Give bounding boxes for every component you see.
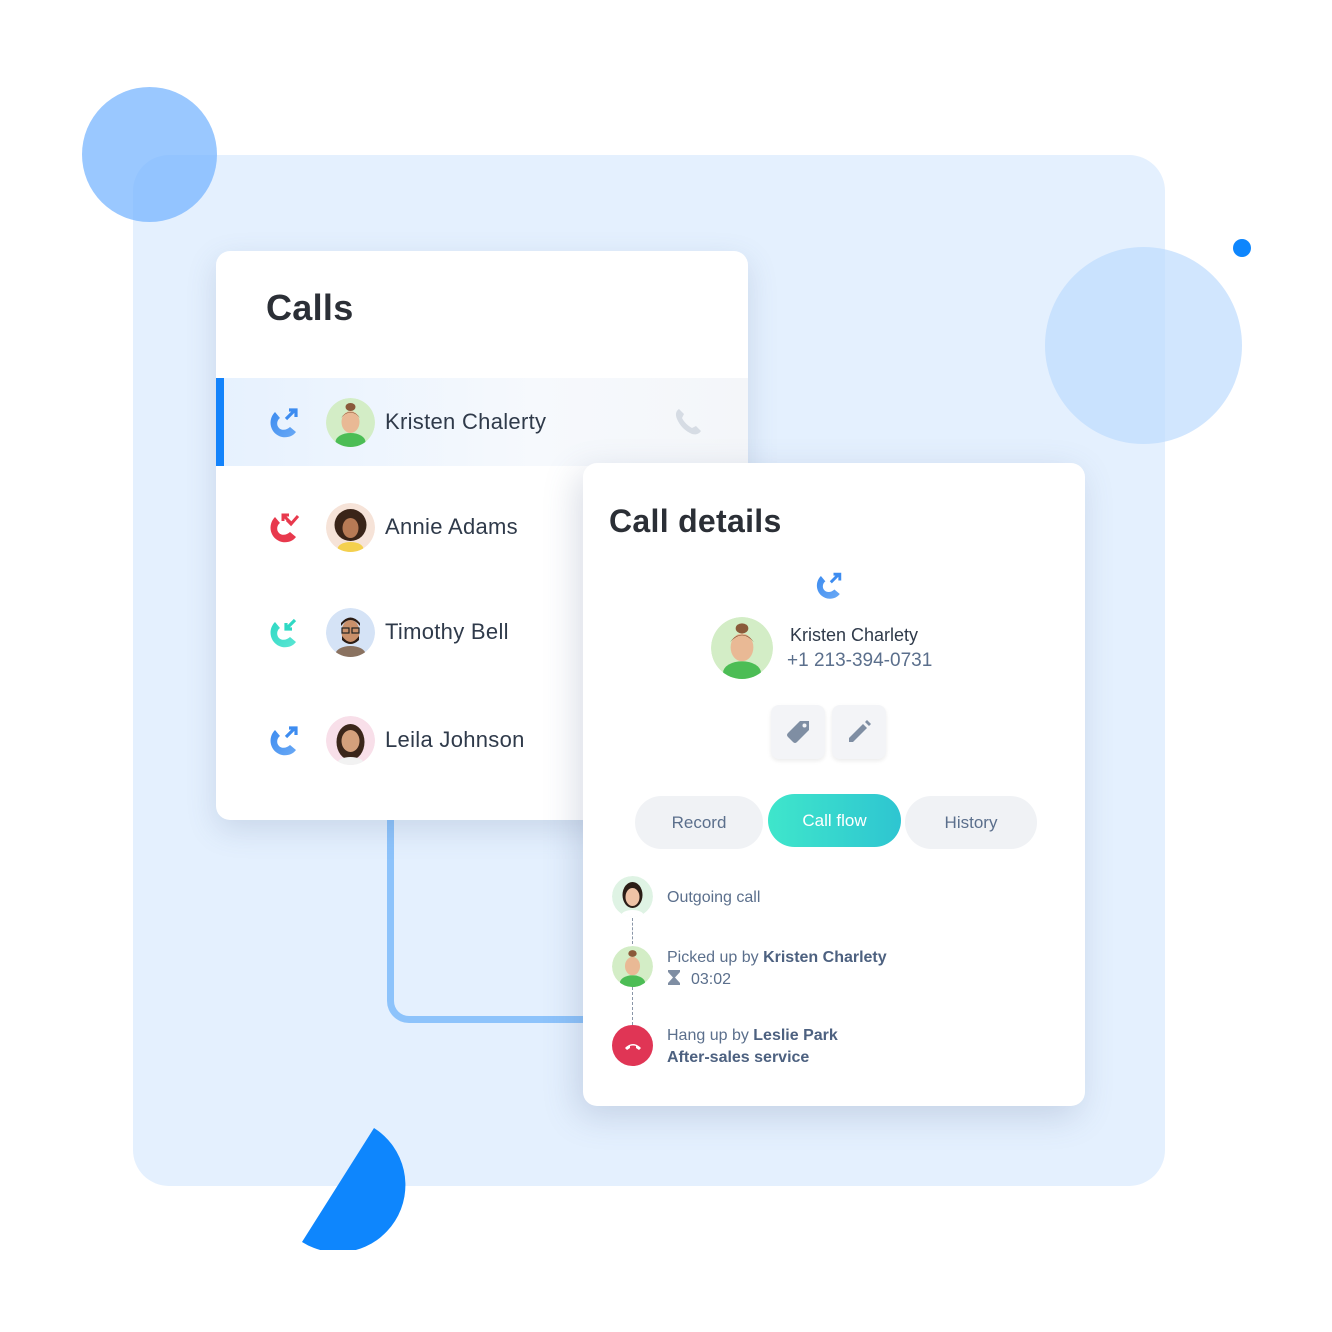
phone-icon[interactable]	[671, 405, 705, 439]
contact-phone: +1 213-394-0731	[787, 650, 933, 671]
outgoing-call-icon	[816, 572, 842, 599]
decorative-circle	[1045, 247, 1242, 444]
tag-button[interactable]	[771, 705, 825, 759]
contact-name: Annie Adams	[385, 514, 518, 539]
tag-icon	[787, 721, 809, 743]
call-details-title: Call details	[609, 503, 782, 539]
contact-name: Kristen Chalerty	[385, 409, 547, 434]
call-duration: 03:02	[691, 971, 732, 988]
decorative-dot	[1233, 239, 1251, 257]
decorative-circle	[82, 87, 217, 222]
calls-title: Calls	[266, 287, 354, 328]
flow-step-picked-up: Picked up by Kristen Charlety 03:02	[667, 947, 887, 991]
contact-name: Timothy Bell	[385, 619, 509, 644]
avatar	[326, 715, 375, 765]
outgoing-call-icon	[270, 408, 298, 438]
avatar	[326, 502, 375, 552]
tab-record[interactable]: Record	[635, 796, 763, 849]
contact-avatar	[711, 617, 773, 679]
edit-button[interactable]	[832, 705, 886, 759]
flow-step-outgoing: Outgoing call	[667, 889, 761, 906]
tab-history[interactable]: History	[905, 796, 1037, 849]
flow-connector	[632, 987, 633, 1025]
avatar	[326, 397, 375, 447]
decorative-half-disc	[302, 1128, 406, 1250]
flow-prefix: Picked up by	[667, 949, 764, 966]
contact-name: Kristen Charlety	[790, 625, 919, 645]
call-list-item[interactable]: Kristen Chalerty	[216, 378, 748, 466]
hourglass-icon	[668, 970, 680, 985]
connector-line	[387, 815, 597, 1023]
outgoing-call-icon	[270, 726, 298, 756]
incoming-call-icon	[270, 618, 297, 648]
pencil-icon	[849, 720, 871, 742]
hang-up-icon	[612, 1025, 653, 1066]
tab-call-flow[interactable]: Call flow	[768, 794, 901, 847]
contact-name: Leila Johnson	[385, 727, 525, 752]
flow-avatar	[612, 876, 653, 917]
flow-agent: Kristen Charlety	[763, 949, 887, 966]
flow-avatar	[612, 946, 653, 987]
avatar	[326, 607, 375, 657]
flow-agent: Leslie Park	[753, 1027, 838, 1044]
flow-step-hang-up: Hang up by Leslie Park After-sales servi…	[667, 1025, 838, 1069]
flow-connector	[632, 918, 633, 944]
flow-prefix: Hang up by	[667, 1027, 754, 1044]
call-details-panel: Call details Kristen Charlety +1 213-394…	[583, 463, 1085, 1106]
missed-call-icon	[270, 513, 300, 543]
flow-department: After-sales service	[667, 1049, 810, 1066]
